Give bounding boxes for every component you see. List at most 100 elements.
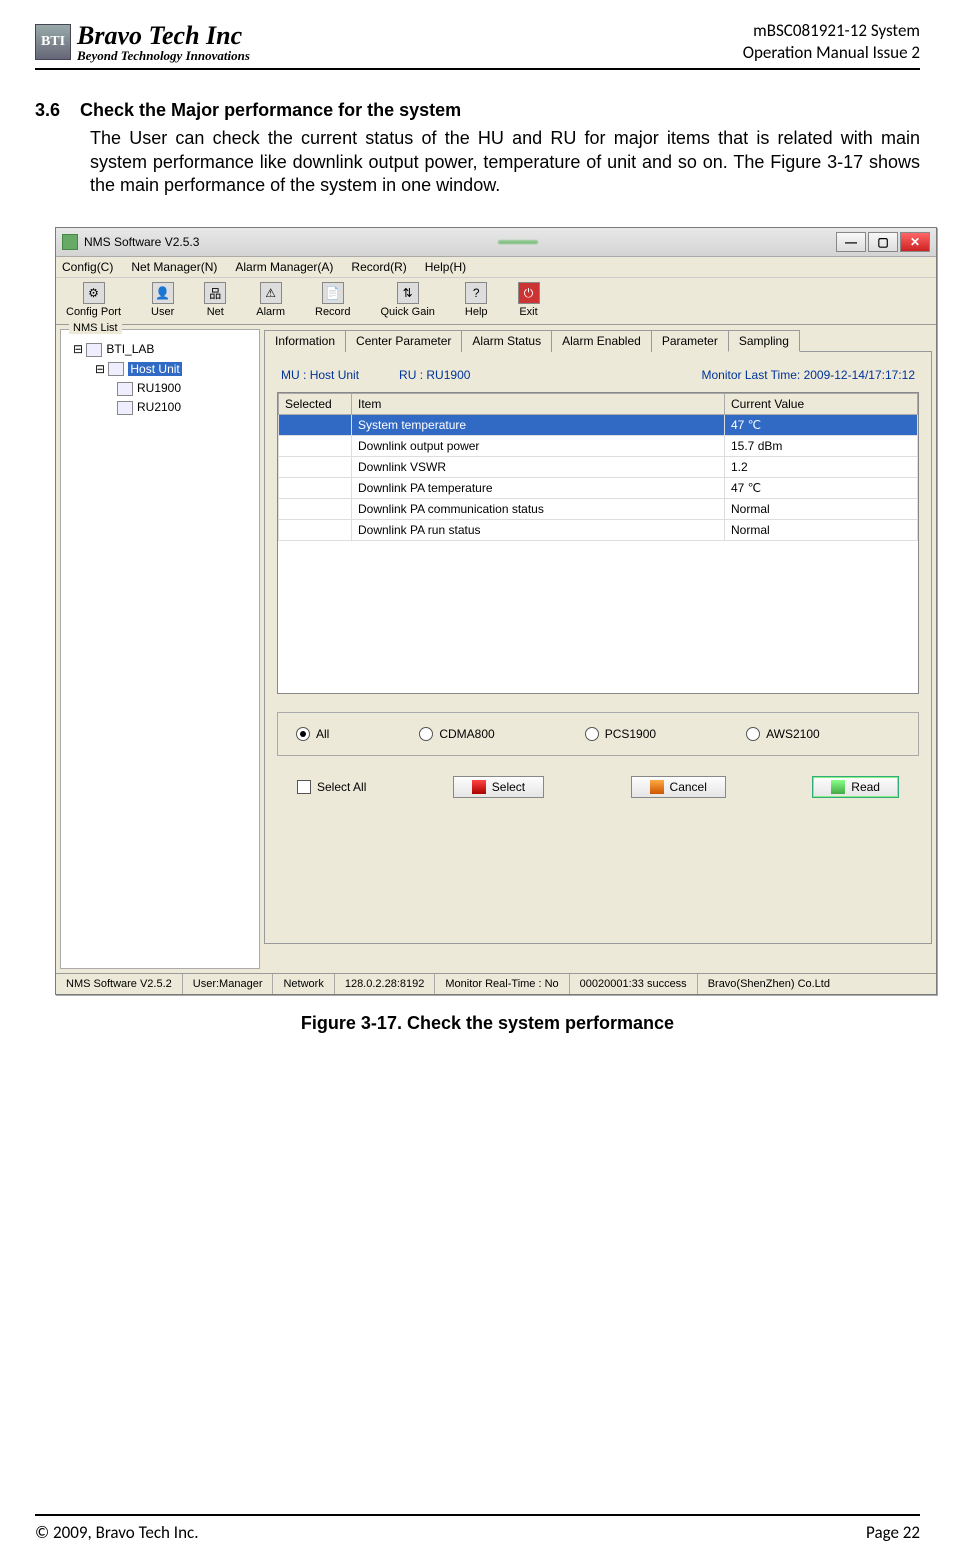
menu-config[interactable]: Config(C) bbox=[62, 260, 113, 274]
status-realtime: Monitor Real-Time : No bbox=[435, 974, 569, 994]
cell-item: Downlink VSWR bbox=[352, 457, 725, 478]
radio-label: PCS1900 bbox=[605, 727, 656, 741]
nms-list-panel: NMS List ⊟ BTI_LAB ⊟ Host Unit RU1900 RU… bbox=[60, 329, 260, 969]
record-icon: 📄 bbox=[322, 282, 344, 304]
info-line: MU : Host Unit RU : RU1900 Monitor Last … bbox=[277, 362, 919, 392]
tool-alarm[interactable]: ⚠Alarm bbox=[256, 282, 285, 318]
tab-alarm-status[interactable]: Alarm Status bbox=[461, 330, 552, 352]
tree-node-root[interactable]: ⊟ BTI_LAB bbox=[73, 340, 253, 359]
computer-icon bbox=[86, 343, 102, 357]
table-row[interactable]: Downlink output power15.7 dBm bbox=[279, 436, 918, 457]
section-body: The User can check the current status of… bbox=[90, 127, 920, 197]
table-row[interactable]: System temperature47 ℃ bbox=[279, 415, 918, 436]
tool-label: Net bbox=[207, 306, 224, 318]
tab-alarm-enabled[interactable]: Alarm Enabled bbox=[551, 330, 652, 352]
cell-value: 1.2 bbox=[725, 457, 918, 478]
tab-bar: Information Center Parameter Alarm Statu… bbox=[264, 329, 932, 352]
tab-sampling[interactable]: Sampling bbox=[728, 330, 800, 352]
col-current-value[interactable]: Current Value bbox=[725, 394, 918, 415]
radio-icon bbox=[296, 727, 310, 741]
radio-aws2100[interactable]: AWS2100 bbox=[746, 727, 820, 741]
menu-net-manager[interactable]: Net Manager(N) bbox=[131, 260, 217, 274]
footer-left: © 2009, Bravo Tech Inc. bbox=[35, 1522, 198, 1543]
table-row[interactable]: Downlink PA communication statusNormal bbox=[279, 499, 918, 520]
cell-item: Downlink PA run status bbox=[352, 520, 725, 541]
logo: BTI Bravo Tech Inc Beyond Technology Inn… bbox=[35, 23, 250, 62]
tab-parameter[interactable]: Parameter bbox=[651, 330, 729, 352]
monitor-last-time-value: 2009-12-14/17:17:12 bbox=[804, 368, 915, 382]
status-network: Network bbox=[273, 974, 334, 994]
radio-icon bbox=[419, 727, 433, 741]
minimize-button[interactable]: — bbox=[836, 232, 866, 252]
table-row[interactable]: Downlink PA temperature47 ℃ bbox=[279, 478, 918, 499]
statusbar: NMS Software V2.5.2 User:Manager Network… bbox=[56, 973, 936, 994]
cell-item: Downlink output power bbox=[352, 436, 725, 457]
tool-label: Exit bbox=[519, 306, 537, 318]
tool-net[interactable]: 品Net bbox=[204, 282, 226, 318]
radio-icon bbox=[746, 727, 760, 741]
section-title: Check the Major performance for the syst… bbox=[80, 100, 461, 121]
ru-icon bbox=[117, 382, 133, 396]
mu-label: MU : bbox=[281, 368, 306, 382]
close-button[interactable]: ✕ bbox=[900, 232, 930, 252]
select-all-label: Select All bbox=[317, 780, 366, 794]
logo-sub-text: Beyond Technology Innovations bbox=[77, 49, 250, 62]
radio-cdma800[interactable]: CDMA800 bbox=[419, 727, 494, 741]
tool-exit[interactable]: ⏻ Exit bbox=[518, 282, 540, 318]
radio-pcs1900[interactable]: PCS1900 bbox=[585, 727, 656, 741]
menu-help[interactable]: Help(H) bbox=[425, 260, 466, 274]
col-selected[interactable]: Selected bbox=[279, 394, 352, 415]
tree-node-ru1900[interactable]: RU1900 bbox=[117, 379, 253, 398]
table-row[interactable]: Downlink VSWR1.2 bbox=[279, 457, 918, 478]
tool-help[interactable]: ? Help bbox=[465, 282, 488, 318]
tree-node-ru2100[interactable]: RU2100 bbox=[117, 398, 253, 417]
menu-record[interactable]: Record(R) bbox=[351, 260, 406, 274]
cancel-button[interactable]: Cancel bbox=[631, 776, 726, 798]
tab-information[interactable]: Information bbox=[264, 330, 346, 352]
tool-label: Config Port bbox=[66, 306, 121, 318]
logo-main-text: Bravo Tech Inc bbox=[77, 23, 250, 49]
menu-alarm-manager[interactable]: Alarm Manager(A) bbox=[235, 260, 333, 274]
status-company: Bravo(ShenZhen) Co.Ltd bbox=[698, 974, 936, 994]
tree-node-host[interactable]: ⊟ Host Unit bbox=[95, 360, 253, 379]
cell-value: Normal bbox=[725, 520, 918, 541]
app-icon bbox=[62, 234, 78, 250]
radio-all[interactable]: All bbox=[296, 727, 329, 741]
maximize-button[interactable]: ▢ bbox=[868, 232, 898, 252]
logo-icon: BTI bbox=[35, 24, 71, 60]
nms-list-label: NMS List bbox=[69, 322, 122, 334]
status-user: User:Manager bbox=[183, 974, 274, 994]
tree-label: RU1900 bbox=[137, 381, 181, 395]
ru-icon bbox=[117, 401, 133, 415]
button-label: Cancel bbox=[670, 780, 707, 794]
read-icon bbox=[831, 780, 845, 794]
select-all-checkbox[interactable]: Select All bbox=[297, 780, 366, 794]
tool-user[interactable]: 👤User bbox=[151, 282, 174, 318]
button-label: Select bbox=[492, 780, 525, 794]
nms-tree[interactable]: ⊟ BTI_LAB ⊟ Host Unit RU1900 RU2100 bbox=[61, 330, 259, 427]
status-version: NMS Software V2.5.2 bbox=[56, 974, 183, 994]
tool-label: Help bbox=[465, 306, 488, 318]
cell-value: 15.7 dBm bbox=[725, 436, 918, 457]
page-header: BTI Bravo Tech Inc Beyond Technology Inn… bbox=[35, 20, 920, 70]
tool-quick-gain[interactable]: ⇅Quick Gain bbox=[380, 282, 434, 318]
radio-label: CDMA800 bbox=[439, 727, 494, 741]
button-label: Read bbox=[851, 780, 880, 794]
checkbox-icon bbox=[297, 780, 311, 794]
exit-icon: ⏻ bbox=[518, 282, 540, 304]
tool-config-port[interactable]: ⚙Config Port bbox=[66, 282, 121, 318]
band-radio-group: All CDMA800 PCS1900 AWS2100 bbox=[277, 712, 919, 756]
host-icon bbox=[108, 362, 124, 376]
read-button[interactable]: Read bbox=[812, 776, 899, 798]
doc-title: mBSC081921-12 System Operation Manual Is… bbox=[743, 20, 920, 64]
col-item[interactable]: Item bbox=[352, 394, 725, 415]
alarm-icon: ⚠ bbox=[260, 282, 282, 304]
help-icon: ? bbox=[465, 282, 487, 304]
tree-label: RU2100 bbox=[137, 400, 181, 414]
tool-label: Record bbox=[315, 306, 350, 318]
table-row[interactable]: Downlink PA run statusNormal bbox=[279, 520, 918, 541]
tab-center-parameter[interactable]: Center Parameter bbox=[345, 330, 462, 352]
sampling-table-wrap[interactable]: Selected Item Current Value System tempe… bbox=[277, 392, 919, 694]
tool-record[interactable]: 📄 Record bbox=[315, 282, 350, 318]
select-button[interactable]: Select bbox=[453, 776, 544, 798]
